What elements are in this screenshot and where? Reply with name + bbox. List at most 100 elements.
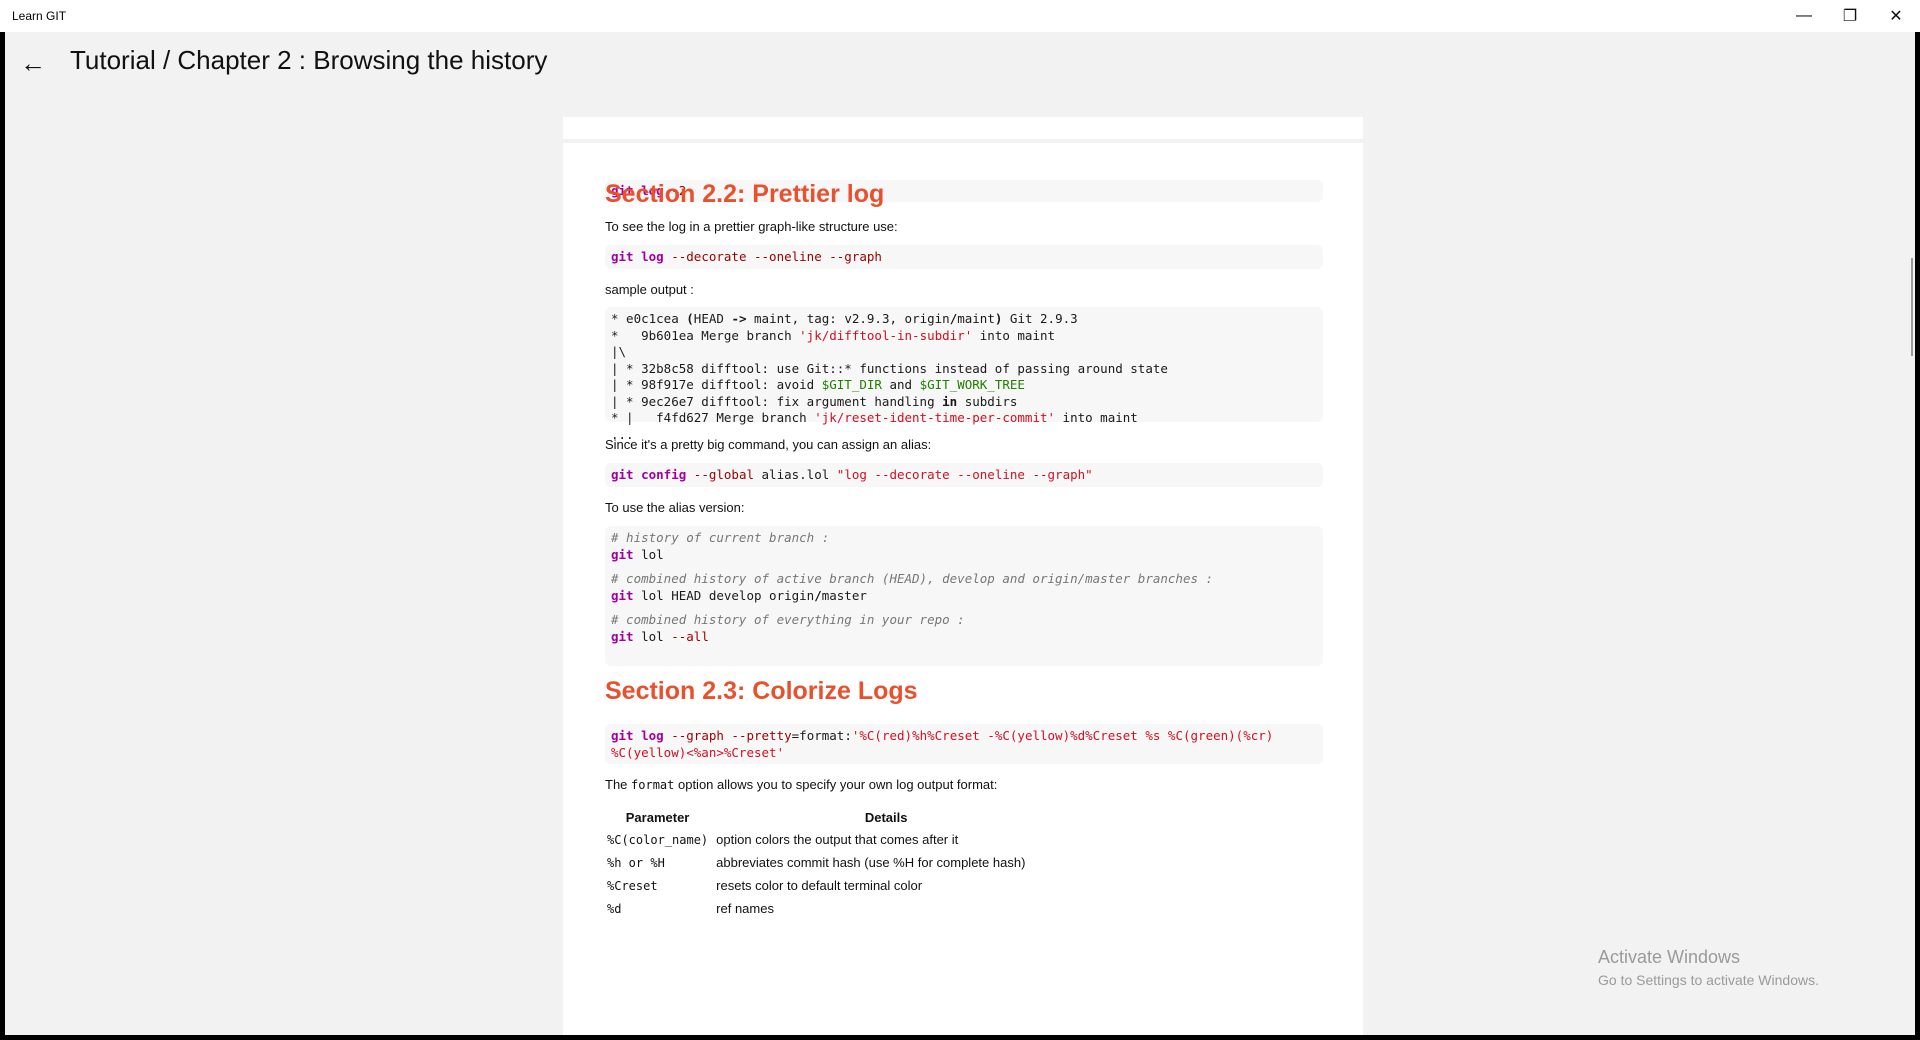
code-token: '%C(red)%h%Creset -%C(yellow)%d%Creset %… xyxy=(851,728,1274,743)
code-token: ( xyxy=(686,311,694,326)
minimize-button[interactable]: — xyxy=(1781,0,1827,32)
code-token: maint, tag: v2.9.3, origin xyxy=(746,311,950,326)
code-line: | * 9ec26e7 difftool: fix argument handl… xyxy=(611,394,1323,411)
text-segment: The xyxy=(605,777,632,792)
code-token: lol xyxy=(633,546,664,562)
paragraph-sample-output: sample output : xyxy=(605,282,694,297)
table-cell: %d xyxy=(607,901,622,916)
code-line: | * 98f917e difftool: avoid $GIT_DIR and… xyxy=(611,377,1323,394)
scrollbar-thumb[interactable] xyxy=(1911,258,1913,356)
code-token: | * 98f917e difftool: avoid xyxy=(611,377,822,392)
code-token: | * 9ec26e7 difftool: fix argument handl… xyxy=(611,393,943,409)
code-token: and xyxy=(881,377,920,392)
code-token: $GIT_WORK_TREE xyxy=(919,377,1025,392)
table-cell: %Creset xyxy=(607,878,658,893)
code-token: git xyxy=(611,467,634,482)
paragraph-prettier: To see the log in a prettier graph-like … xyxy=(605,219,898,234)
code-token: git xyxy=(611,546,634,562)
code-token: git xyxy=(611,249,634,264)
code-line: |\ xyxy=(611,344,627,359)
code-token: in xyxy=(942,393,958,409)
code-token: Git 2.9.3 xyxy=(1002,311,1078,326)
code-line: * 9b601ea Merge branch 'jk/difftool-in-s… xyxy=(611,328,1323,345)
code-token: into maint xyxy=(1055,410,1138,425)
code-token: --pretty xyxy=(723,728,792,743)
table-cell: resets color to default terminal color xyxy=(716,878,923,893)
table-row: %h or %H abbreviates commit hash (use %H… xyxy=(603,851,1060,874)
table-header: Details xyxy=(864,809,908,825)
code-token: log xyxy=(641,728,664,743)
paragraph-alias: Since it's a pretty big command, you can… xyxy=(605,437,932,452)
section-2-3-heading: Section 2.3: Colorize Logs xyxy=(605,677,918,705)
code-block-alias-usage: # history of current branch : git lol # co… xyxy=(605,526,1323,666)
table-row: %Creset resets color to default terminal… xyxy=(603,874,1060,897)
code-block-sample-output: * e0c1cea (HEAD -> maint, tag: v2.9.3, o… xyxy=(605,307,1323,442)
code-token: master xyxy=(821,587,867,603)
code-token: --all xyxy=(671,628,709,644)
table-cell: ref names xyxy=(716,901,774,916)
activation-watermark: Activate Windows Go to Settings to activ… xyxy=(1598,947,1819,988)
text-segment: option allows you to specify your own lo… xyxy=(674,777,998,792)
code-token: --graph xyxy=(663,728,724,743)
code-token: into maint xyxy=(972,327,1056,343)
code-token: git xyxy=(611,587,634,603)
table-row: %d ref names xyxy=(603,897,1060,920)
code-token: lol HEAD develop origin xyxy=(633,587,815,603)
table-cell: option colors the output that comes afte… xyxy=(716,832,959,847)
code-token: --global xyxy=(686,467,754,482)
code-token: =format: xyxy=(791,728,852,743)
code-token: subdirs xyxy=(957,393,1018,409)
code-token: -> xyxy=(731,311,747,326)
code-token: config xyxy=(641,467,687,482)
code-token: maint xyxy=(957,311,995,326)
code-comment: # history of current branch : xyxy=(611,530,830,545)
code-block-prettier-log: git log --decorate --oneline --graph xyxy=(605,245,1323,269)
code-token: $GIT_DIR xyxy=(821,377,882,392)
table-cell: %h or %H xyxy=(607,855,665,870)
card-header-strip xyxy=(563,117,1363,139)
restore-button[interactable]: ❐ xyxy=(1827,0,1873,32)
code-line: * | f4fd627 Merge branch 'jk/reset-ident… xyxy=(611,410,1323,427)
inline-code: format xyxy=(631,778,675,792)
code-line: | * 32b8c58 difftool: use Git::* functio… xyxy=(611,360,1168,376)
code-spacer xyxy=(611,563,1323,571)
code-line: git lol --all xyxy=(611,629,1323,646)
app-name: Learn GIT xyxy=(12,9,67,23)
watermark-title: Activate Windows xyxy=(1598,947,1741,967)
code-token: HEAD xyxy=(693,311,732,326)
code-spacer xyxy=(611,604,1323,612)
code-token: git xyxy=(611,728,634,743)
code-line: git log --graph --pretty=format:'%C(red)… xyxy=(611,728,1323,745)
table-cell: abbreviates commit hash (use %H for comp… xyxy=(716,855,1026,870)
code-token: * 9b601ea Merge branch xyxy=(611,327,800,343)
section-2-2-heading: Section 2.2: Prettier log xyxy=(605,180,885,208)
code-token: alias.lol xyxy=(754,467,837,482)
table-header-row: Parameter Details xyxy=(603,806,1060,828)
code-comment: # combined history of everything in your… xyxy=(611,612,965,627)
code-token: git xyxy=(611,628,634,644)
code-token: * | f4fd627 Merge branch xyxy=(611,410,815,425)
code-token: * e0c1cea xyxy=(611,311,687,326)
watermark-subtitle: Go to Settings to activate Windows. xyxy=(1598,972,1819,988)
parameters-table: Parameter Details %C(color_name) option … xyxy=(603,806,1060,920)
table-header: Parameter xyxy=(625,809,690,825)
code-token: 'jk/difftool-in-subdir' xyxy=(799,327,973,343)
table-cell: %C(color_name) xyxy=(607,832,709,847)
paragraph-use-alias: To use the alias version: xyxy=(605,500,745,515)
code-token: --decorate --oneline --graph xyxy=(663,249,882,264)
page-title: Tutorial / Chapter 2 : Browsing the hist… xyxy=(70,45,548,75)
app-content: ← Tutorial / Chapter 2 : Browsing the hi… xyxy=(5,32,1915,1035)
code-token: log xyxy=(641,249,664,264)
back-arrow-icon[interactable]: ← xyxy=(15,48,51,78)
close-button[interactable]: ✕ xyxy=(1873,0,1919,32)
code-token: 'jk/reset-ident-time-per-commit' xyxy=(814,410,1056,425)
table-row: %C(color_name) option colors the output … xyxy=(603,828,1060,851)
code-line: git lol xyxy=(611,547,1323,564)
code-token: lol xyxy=(633,628,672,644)
code-token: "log --decorate --oneline --graph" xyxy=(836,467,1093,482)
paragraph-format: The format option allows you to specify … xyxy=(605,777,997,792)
title-bar: Learn GIT — ❐ ✕ xyxy=(0,0,1920,32)
